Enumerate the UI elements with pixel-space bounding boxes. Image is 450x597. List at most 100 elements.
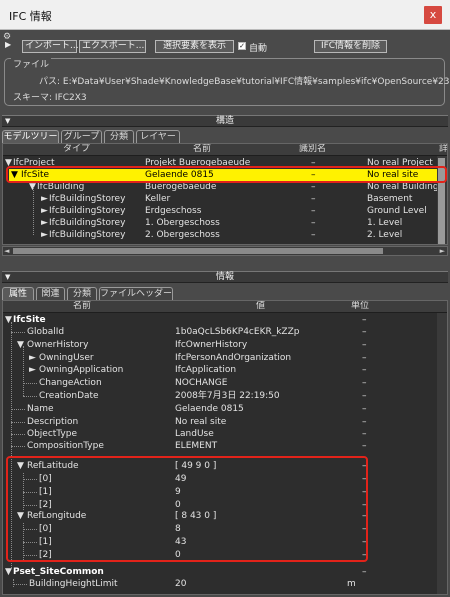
structure-hscrollbar[interactable]: ◄ ►	[2, 246, 448, 256]
tree-expander-icon[interactable]: ►	[41, 229, 48, 241]
scroll-left-icon[interactable]: ◄	[4, 247, 9, 255]
attr-row[interactable]: ▼ RefLatitude [ 49 9 0 ] –	[3, 460, 439, 472]
attr-row[interactable]: CreationDate 2008年7月3日 22:19:50 –	[3, 390, 439, 402]
tree-row[interactable]: ► IfcBuildingStorey Erdgeschoss – Ground…	[3, 205, 439, 217]
tree-expander-icon[interactable]: ▼	[11, 169, 18, 181]
scroll-thumb[interactable]	[438, 158, 445, 244]
tree-guide	[11, 332, 25, 333]
attr-unit: –	[362, 391, 367, 401]
attr-row[interactable]: ▼ Pset_SiteCommon –	[3, 566, 439, 578]
collapse-icon[interactable]: ▼	[5, 116, 10, 127]
scroll-thumb[interactable]	[13, 248, 383, 254]
tree-expander-icon[interactable]: ▼	[5, 157, 12, 169]
row-id: –	[311, 218, 316, 228]
attr-name: IfcSite	[13, 315, 46, 325]
attr-row[interactable]: [0] 8 –	[3, 523, 439, 535]
collapse-icon[interactable]: ▼	[5, 272, 10, 283]
col-name[interactable]: 名前	[73, 301, 91, 312]
structure-section-header[interactable]: ▼ 構造	[2, 115, 448, 127]
export-button[interactable]: エクスポート...	[79, 40, 146, 53]
import-button[interactable]: インポート...	[22, 40, 79, 53]
attr-row[interactable]: BuildingHeightLimit 20 m	[3, 578, 439, 590]
attr-row[interactable]: [1] 9 –	[3, 486, 439, 498]
tree-expander-icon[interactable]: ►	[29, 364, 36, 376]
attr-value: 20	[175, 579, 187, 589]
row-id: –	[311, 194, 316, 204]
tab-group[interactable]: グループ	[61, 130, 102, 143]
row-name: Keller	[145, 194, 171, 204]
attr-row[interactable]: GlobalId 1b0aQcLSb6KP4cEKR_kZZp –	[3, 326, 439, 338]
tab-attributes[interactable]: 属性	[2, 287, 34, 300]
attr-name: [1]	[39, 487, 52, 497]
col-name[interactable]: 名前	[193, 144, 211, 155]
attr-row[interactable]: ▼ OwnerHistory IfcOwnerHistory –	[3, 339, 439, 351]
attr-name: CompositionType	[27, 441, 104, 451]
col-type[interactable]: タイプ	[63, 144, 90, 155]
row-name: Buerogebaeude	[145, 182, 217, 192]
attr-row[interactable]: ▼ RefLongitude [ 8 43 0 ] –	[3, 510, 439, 522]
tree-row[interactable]: ▼ IfcProject Projekt Buerogebaeude – No …	[3, 157, 439, 169]
attr-name: RefLatitude	[27, 461, 79, 471]
tree-expander-icon[interactable]: ▼	[17, 510, 24, 522]
row-type: IfcBuilding	[37, 182, 85, 192]
tree-row[interactable]: ► IfcBuildingStorey 1. Obergeschoss – 1.…	[3, 217, 439, 229]
attr-unit: –	[362, 429, 367, 439]
attr-row[interactable]: ChangeAction NOCHANGE –	[3, 377, 439, 389]
delete-ifc-button[interactable]: IFC情報を削除	[314, 40, 387, 53]
tab-relations[interactable]: 関連	[36, 287, 65, 300]
play-icon[interactable]: ▶	[5, 40, 11, 49]
attr-row[interactable]: [2] 0 –	[3, 549, 439, 561]
tree-expander-icon[interactable]: ▼	[5, 566, 12, 578]
tab-layer[interactable]: レイヤー	[136, 130, 180, 143]
row-name: Projekt Buerogebaeude	[145, 158, 251, 168]
attr-name: OwningUser	[39, 353, 94, 363]
path-label: パス:	[39, 77, 61, 87]
attr-row[interactable]: [0] 49 –	[3, 473, 439, 485]
col-detail[interactable]: 詳	[439, 144, 447, 155]
attr-name: CreationDate	[39, 391, 99, 401]
attr-row[interactable]: ▼ IfcSite –	[3, 314, 439, 326]
attributes-vscrollbar[interactable]	[437, 313, 447, 594]
col-value[interactable]: 値	[256, 301, 265, 312]
attr-value: IfcOwnerHistory	[175, 340, 248, 350]
tab-classification[interactable]: 分類	[104, 130, 134, 143]
tree-expander-icon[interactable]: ►	[41, 193, 48, 205]
tree-expander-icon[interactable]: ▼	[5, 314, 12, 326]
tree-row[interactable]: ► IfcBuildingStorey Keller – Basement	[3, 193, 439, 205]
row-type: IfcBuildingStorey	[49, 194, 126, 204]
tree-guide	[11, 446, 25, 447]
tree-expander-icon[interactable]: ▼	[17, 339, 24, 351]
scroll-right-icon[interactable]: ►	[440, 247, 445, 255]
tree-row-selected[interactable]: ▼ IfcSite Gelaende 0815 – No real site	[9, 169, 439, 181]
attr-row[interactable]: ► OwningApplication IfcApplication –	[3, 364, 439, 376]
tree-expander-icon[interactable]: ►	[41, 217, 48, 229]
attr-row[interactable]: ► OwningUser IfcPersonAndOrganization –	[3, 352, 439, 364]
row-desc: No real Project	[367, 158, 433, 168]
attr-unit: –	[362, 524, 367, 534]
tree-expander-icon[interactable]: ►	[29, 352, 36, 364]
attr-row[interactable]: CompositionType ELEMENT –	[3, 440, 439, 452]
attr-unit: –	[362, 378, 367, 388]
auto-checkbox[interactable]: ✓	[238, 42, 246, 50]
tab-classification[interactable]: 分類	[67, 287, 97, 300]
attr-name: [0]	[39, 524, 52, 534]
tree-expander-icon[interactable]: ►	[41, 205, 48, 217]
attr-row[interactable]: ObjectType LandUse –	[3, 428, 439, 440]
col-identifier[interactable]: 識別名	[299, 144, 326, 155]
tab-model-tree[interactable]: モデルツリー	[2, 130, 59, 143]
structure-vscrollbar[interactable]	[437, 156, 447, 244]
tab-file-header[interactable]: ファイルヘッダー	[99, 287, 173, 300]
attr-row[interactable]: Name Gelaende 0815 –	[3, 403, 439, 415]
tree-guide	[23, 492, 37, 493]
tree-row[interactable]: ▼ IfcBuilding Buerogebaeude – No real Bu…	[3, 181, 439, 193]
show-selected-button[interactable]: 選択要素を表示	[155, 40, 234, 53]
attr-row[interactable]: Description No real site –	[3, 416, 439, 428]
close-button[interactable]: x	[424, 6, 442, 24]
schema-label: スキーマ:	[13, 93, 53, 103]
info-section-header[interactable]: ▼ 情報	[2, 271, 448, 283]
tree-row[interactable]: ► IfcBuildingStorey 2. Obergeschoss – 2.…	[3, 229, 439, 241]
attr-row[interactable]: [1] 43 –	[3, 536, 439, 548]
col-unit[interactable]: 単位	[351, 301, 369, 312]
attr-value: 9	[175, 487, 181, 497]
tree-expander-icon[interactable]: ▼	[17, 460, 24, 472]
